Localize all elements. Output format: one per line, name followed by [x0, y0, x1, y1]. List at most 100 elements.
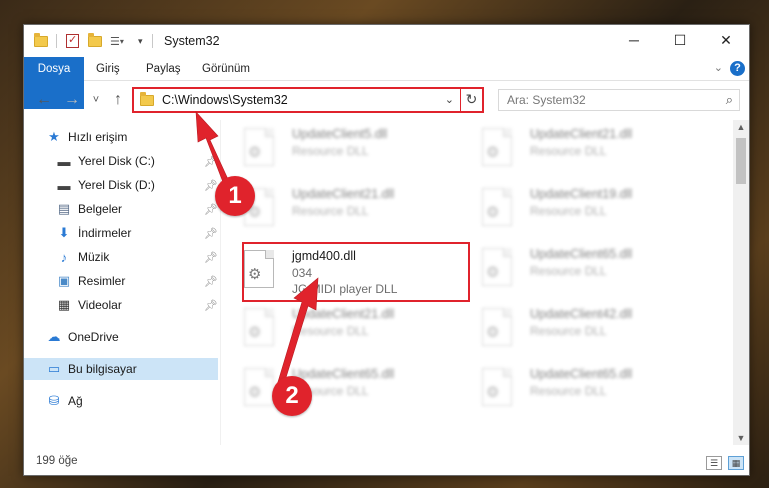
- file-name: UpdateClient21.dll: [530, 127, 633, 141]
- list-item[interactable]: ⚙ UpdateClient65.dll Resource DLL: [462, 242, 692, 294]
- network-icon: ⛁: [48, 393, 60, 408]
- file-description: Resource DLL: [530, 144, 607, 158]
- list-item[interactable]: ⚙ UpdateClient21.dll Resource DLL: [462, 122, 692, 174]
- sidebar-item-videos[interactable]: ▦ Videolar 📌︎: [24, 294, 218, 316]
- sidebar-item-documents[interactable]: ▤ Belgeler 📌︎: [24, 198, 218, 220]
- drive-icon: ▬: [57, 153, 71, 169]
- video-icon: ▦: [57, 297, 71, 312]
- sidebar-item-quick-access[interactable]: ★ Hızlı erişim: [24, 126, 218, 148]
- sidebar-item-local-disk-d[interactable]: ▬ Yerel Disk (D:) 📌︎: [24, 174, 218, 196]
- file-description: Resource DLL: [292, 144, 369, 158]
- music-icon: ♪: [60, 249, 68, 265]
- address-path[interactable]: C:\Windows\System32: [162, 93, 288, 107]
- file-name: UpdateClient65.dll: [292, 367, 395, 381]
- sidebar-item-label: Resimler: [78, 274, 126, 288]
- list-item[interactable]: ⚙ UpdateClient42.dll Resource DLL: [462, 302, 692, 354]
- file-name: UpdateClient5.dll: [292, 127, 388, 141]
- file-name: UpdateClient42.dll: [530, 307, 633, 321]
- address-bar[interactable]: C:\Windows\System32 ⌄ ↻: [132, 87, 484, 113]
- up-button[interactable]: ↑: [108, 89, 128, 111]
- list-item[interactable]: ⚙ UpdateClient5.dll Resource DLL: [224, 122, 454, 174]
- sidebar-item-label: Müzik: [78, 250, 110, 264]
- forward-button[interactable]: →: [62, 89, 82, 111]
- list-item[interactable]: ⚙ UpdateClient21.dll Resource DLL: [224, 182, 454, 234]
- list-item[interactable]: ⚙ UpdateClient65.dll Resource DLL: [224, 362, 454, 414]
- sidebar-item-local-disk-c[interactable]: ▬ Yerel Disk (C:) 📌︎: [24, 150, 218, 172]
- window-title: System32: [164, 34, 220, 48]
- sidebar-item-label: Yerel Disk (D:): [78, 178, 155, 192]
- address-dropdown-icon[interactable]: ⌄: [445, 93, 454, 106]
- sidebar-item-label: İndirmeler: [78, 226, 132, 240]
- refresh-button[interactable]: ↻: [460, 89, 482, 111]
- dll-file-icon: ⚙: [244, 308, 274, 346]
- tab-view[interactable]: Görünüm: [190, 57, 262, 81]
- new-folder-icon[interactable]: [88, 32, 102, 49]
- customize-quick-access-icon[interactable]: ☰ ▾: [110, 33, 124, 49]
- help-icon[interactable]: ?: [730, 61, 745, 76]
- tiles-view-icon[interactable]: ▦: [728, 456, 744, 470]
- sidebar-item-label: OneDrive: [68, 330, 119, 344]
- qa-dropdown-icon[interactable]: ▾: [138, 33, 143, 49]
- back-button[interactable]: ←: [34, 89, 54, 111]
- pin-icon[interactable]: 📌︎: [204, 299, 218, 312]
- scroll-thumb[interactable]: [736, 138, 746, 184]
- callout-badge-two: 2: [272, 376, 312, 416]
- callout-badge-one: 1: [215, 176, 255, 216]
- explorer-window: ☰▾ ▾ System32 ─ ☐ ✕ Dosya Giriş Paylaş G…: [23, 24, 750, 476]
- close-button[interactable]: ✕: [703, 25, 749, 55]
- sidebar-item-downloads[interactable]: ⬇ İndirmeler 📌︎: [24, 222, 218, 244]
- file-name: UpdateClient19.dll: [530, 187, 633, 201]
- sidebar-item-label: Bu bilgisayar: [68, 362, 137, 376]
- dll-file-icon: ⚙: [482, 368, 512, 406]
- address-folder-icon: [140, 92, 154, 106]
- pin-icon[interactable]: 📌︎: [204, 251, 218, 264]
- sidebar-item-label: Videolar: [78, 298, 122, 312]
- list-item[interactable]: ⚙ UpdateClient19.dll Resource DLL: [462, 182, 692, 234]
- folder-icon: [34, 32, 48, 49]
- scroll-up-icon[interactable]: ▲: [733, 122, 749, 132]
- pin-icon[interactable]: 📌︎: [204, 155, 218, 168]
- status-bar: 199 öğe ☰ ▦: [24, 451, 749, 475]
- file-name: UpdateClient65.dll: [530, 247, 633, 261]
- item-count: 199 öğe: [36, 455, 78, 467]
- search-input[interactable]: Ara: System32 ⌕: [498, 89, 740, 111]
- sidebar-item-pictures[interactable]: ▣ Resimler 📌︎: [24, 270, 218, 292]
- file-name: UpdateClient21.dll: [292, 307, 395, 321]
- details-view-icon[interactable]: ☰: [706, 456, 722, 470]
- file-description: Resource DLL: [530, 264, 607, 278]
- vertical-scrollbar[interactable]: ▲ ▼: [733, 120, 749, 445]
- sidebar-item-label: Hızlı erişim: [68, 130, 128, 144]
- download-icon: ⬇: [58, 225, 70, 240]
- star-icon: ★: [48, 129, 60, 144]
- sidebar-item-network[interactable]: ⛁ Ağ: [24, 390, 218, 412]
- ribbon-tabs: Dosya Giriş Paylaş Görünüm ⌄ ?: [24, 57, 749, 109]
- pane-divider[interactable]: [220, 120, 221, 445]
- search-icon: ⌕: [725, 92, 733, 107]
- navigation-bar: ← → ˅ ↑ C:\Windows\System32 ⌄ ↻ Ara: Sys…: [24, 83, 749, 117]
- dll-file-icon: ⚙: [244, 368, 274, 406]
- pin-icon[interactable]: 📌︎: [204, 275, 218, 288]
- computer-icon: ▭: [47, 361, 61, 376]
- sidebar-item-music[interactable]: ♪ Müzik 📌︎: [24, 246, 218, 268]
- tab-share[interactable]: Paylaş: [134, 57, 193, 81]
- drive-icon: ▬: [57, 177, 71, 193]
- document-icon: ▤: [57, 201, 71, 216]
- pin-icon[interactable]: 📌︎: [204, 227, 218, 240]
- cloud-icon: ☁: [47, 329, 61, 344]
- pin-icon[interactable]: 📌︎: [204, 203, 218, 216]
- maximize-button[interactable]: ☐: [657, 25, 703, 55]
- list-item[interactable]: ⚙ UpdateClient21.dll Resource DLL: [224, 302, 454, 354]
- minimize-button[interactable]: ─: [611, 25, 657, 55]
- dll-file-icon: ⚙: [482, 308, 512, 346]
- file-description: Resource DLL: [292, 324, 369, 338]
- tab-home[interactable]: Giriş: [84, 57, 132, 81]
- search-placeholder: Ara: System32: [507, 93, 586, 107]
- list-item[interactable]: ⚙ UpdateClient65.dll Resource DLL: [462, 362, 692, 414]
- properties-icon[interactable]: [66, 33, 79, 49]
- scroll-down-icon[interactable]: ▼: [733, 433, 749, 443]
- sidebar-item-onedrive[interactable]: ☁ OneDrive: [24, 326, 218, 348]
- expand-ribbon-icon[interactable]: ⌄: [714, 61, 723, 74]
- recent-locations-button[interactable]: ˅: [86, 89, 106, 111]
- sidebar-item-this-pc[interactable]: ▭ Bu bilgisayar: [24, 358, 218, 380]
- file-description: Resource DLL: [530, 204, 607, 218]
